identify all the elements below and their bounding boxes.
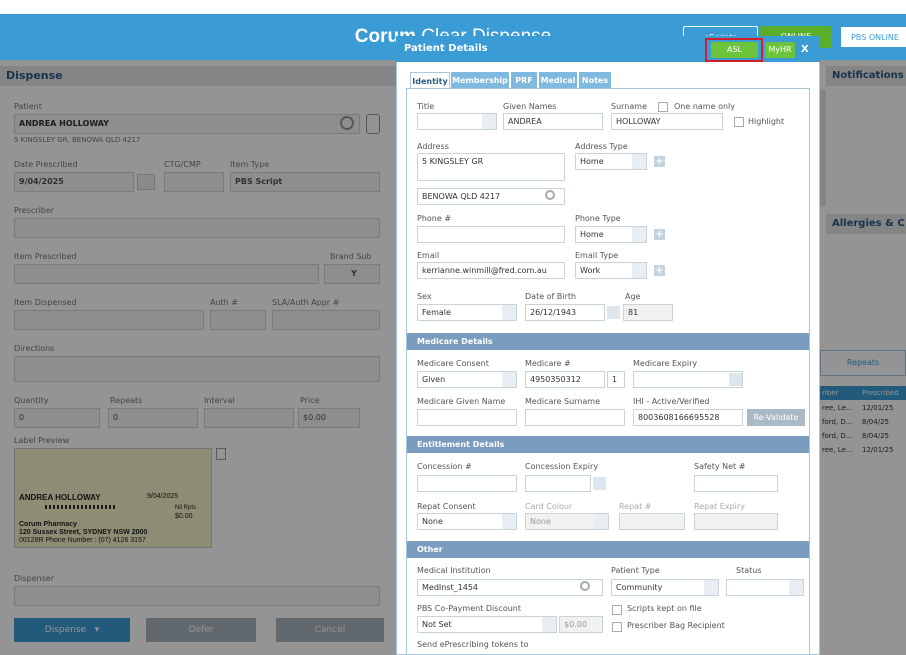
other-section-header: Other (407, 541, 809, 558)
tab-prf[interactable]: PRF (511, 72, 537, 89)
repat-expiry-input (694, 513, 778, 530)
repat-number-input (619, 513, 685, 530)
tab-medical[interactable]: Medical (539, 72, 577, 89)
suburb-input[interactable]: BENOWA QLD 4217 (417, 188, 565, 205)
concession-expiry-calendar-icon[interactable] (593, 477, 606, 490)
one-name-only-checkbox[interactable] (658, 102, 668, 112)
address-input[interactable]: 5 KINGSLEY GR (417, 153, 565, 181)
safety-net-input[interactable] (694, 475, 778, 492)
scripts-kept-label: Scripts kept on file (627, 604, 702, 613)
title-select[interactable] (417, 113, 497, 130)
dob-calendar-icon[interactable] (607, 306, 620, 319)
email-type-label: Email Type (575, 251, 619, 260)
age-field: 81 (623, 304, 673, 321)
revalidate-button[interactable]: Re-Validate (747, 409, 805, 426)
highlight-checkbox[interactable] (734, 117, 744, 127)
institution-search-icon[interactable] (580, 581, 590, 591)
medicare-consent-select[interactable]: Given (417, 371, 517, 388)
dob-input[interactable]: 26/12/1943 (525, 304, 605, 321)
tab-identity[interactable]: Identity (410, 72, 450, 89)
medicare-consent-label: Medicare Consent (417, 359, 489, 368)
copay-discount-select[interactable]: Not Set (417, 616, 557, 633)
given-names-label: Given Names (503, 102, 557, 111)
email-label: Email (417, 251, 440, 260)
tab-membership[interactable]: Membership (451, 72, 509, 89)
repat-expiry-label: Repat Expiry (694, 502, 745, 511)
copay-discount-label: PBS Co-Payment Discount (417, 604, 521, 613)
scripts-kept-checkbox[interactable] (612, 605, 622, 615)
address-type-label: Address Type (575, 142, 628, 151)
address-label: Address (417, 142, 449, 151)
medicare-number-input[interactable]: 4950350312 (525, 371, 605, 388)
send-tokens-label: Send ePrescribing tokens to (417, 640, 529, 649)
repat-consent-select[interactable]: None (417, 513, 517, 530)
concession-expiry-label: Concession Expiry (525, 462, 599, 471)
medicare-irn-input[interactable]: 1 (607, 371, 625, 388)
medical-institution-label: Medical Institution (417, 566, 491, 575)
medicare-surname-input[interactable] (525, 409, 625, 426)
ihi-input[interactable]: 8003608166695528 (633, 409, 743, 426)
medicare-surname-label: Medicare Surname (525, 397, 600, 406)
entitlement-section-header: Entitlement Details (407, 436, 809, 453)
medicare-given-name-label: Medicare Given Name (417, 397, 506, 406)
add-address-icon[interactable]: + (654, 156, 665, 167)
phone-type-label: Phone Type (575, 214, 621, 223)
ihi-label: IHI - Active/Verified (633, 397, 710, 406)
close-icon[interactable]: X (801, 42, 815, 58)
surname-label: Surname (611, 102, 647, 111)
phone-input[interactable] (417, 226, 565, 243)
concession-input[interactable] (417, 475, 517, 492)
repat-consent-label: Repat Consent (417, 502, 476, 511)
email-type-select[interactable]: Work (575, 262, 647, 279)
repat-number-label: Repat # (619, 502, 652, 511)
surname-input[interactable]: HOLLOWAY (611, 113, 723, 130)
highlight-label: Highlight (748, 117, 785, 126)
medicare-number-label: Medicare # (525, 359, 571, 368)
sex-label: Sex (417, 292, 432, 301)
safety-net-label: Safety Net # (694, 462, 746, 471)
medicare-given-name-input[interactable] (417, 409, 517, 426)
tab-notes[interactable]: Notes (579, 72, 611, 89)
concession-label: Concession # (417, 462, 472, 471)
age-label: Age (625, 292, 641, 301)
given-names-input[interactable]: ANDREA (503, 113, 603, 130)
patient-type-select[interactable]: Community (611, 579, 719, 596)
medicare-expiry-input[interactable] (633, 371, 743, 388)
patient-type-label: Patient Type (611, 566, 660, 575)
myhr-button[interactable]: MyHR (765, 42, 795, 58)
bag-recipient-checkbox[interactable] (612, 622, 622, 632)
address-type-select[interactable]: Home (575, 153, 647, 170)
sex-select[interactable]: Female (417, 304, 517, 321)
pbs-online-button[interactable]: PBS ONLINE (840, 26, 906, 48)
copay-amount-field: $0.00 (559, 616, 603, 633)
email-input[interactable]: kerrianne.winmill@fred.com.au (417, 262, 565, 279)
add-phone-icon[interactable]: + (654, 229, 665, 240)
top-strip (0, 0, 906, 14)
medical-institution-input[interactable]: MedInst_1454 (417, 579, 603, 596)
title-label: Title (417, 102, 435, 111)
medicare-section-header: Medicare Details (407, 333, 809, 350)
one-name-only-label: One name only (674, 102, 735, 111)
add-email-icon[interactable]: + (654, 265, 665, 276)
card-colour-label: Card Colour (525, 502, 573, 511)
bag-recipient-label: Prescriber Bag Recipient (627, 621, 725, 630)
medicare-expiry-calendar-icon[interactable] (729, 373, 742, 386)
card-colour-select: None (525, 513, 609, 530)
phone-type-select[interactable]: Home (575, 226, 647, 243)
concession-expiry-input[interactable] (525, 475, 591, 492)
status-label: Status (736, 566, 762, 575)
suburb-search-icon[interactable] (545, 190, 555, 200)
medicare-expiry-label: Medicare Expiry (633, 359, 698, 368)
dob-label: Date of Birth (525, 292, 577, 301)
phone-label: Phone # (417, 214, 452, 223)
status-select[interactable] (726, 579, 804, 596)
asl-button[interactable]: ASL (711, 42, 758, 58)
